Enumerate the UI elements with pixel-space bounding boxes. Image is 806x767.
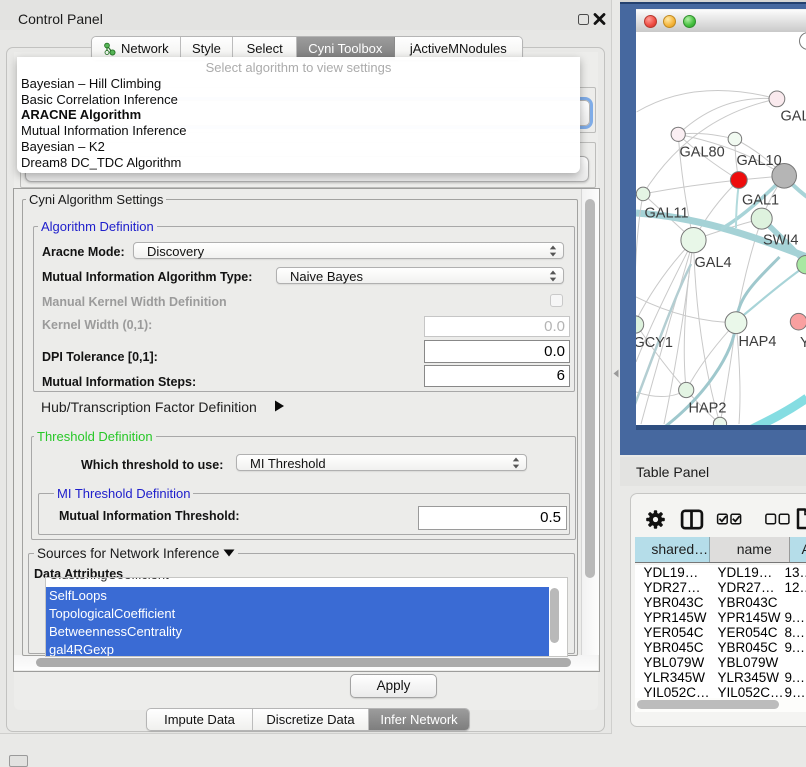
svg-text:GAL: GAL — [780, 109, 806, 125]
svg-text:GAL1: GAL1 — [742, 193, 779, 209]
svg-text:GAL11: GAL11 — [644, 206, 688, 222]
svg-text:HAP4: HAP4 — [738, 334, 776, 350]
svg-text:SWI4: SWI4 — [763, 233, 798, 249]
svg-text:GAL80: GAL80 — [679, 145, 724, 161]
svg-text:GAL4: GAL4 — [694, 255, 731, 271]
svg-text:HAP2: HAP2 — [688, 401, 726, 417]
svg-text:GAL10: GAL10 — [736, 153, 781, 169]
svg-text:GCY1: GCY1 — [636, 335, 673, 351]
svg-text:Y: Y — [800, 335, 806, 351]
